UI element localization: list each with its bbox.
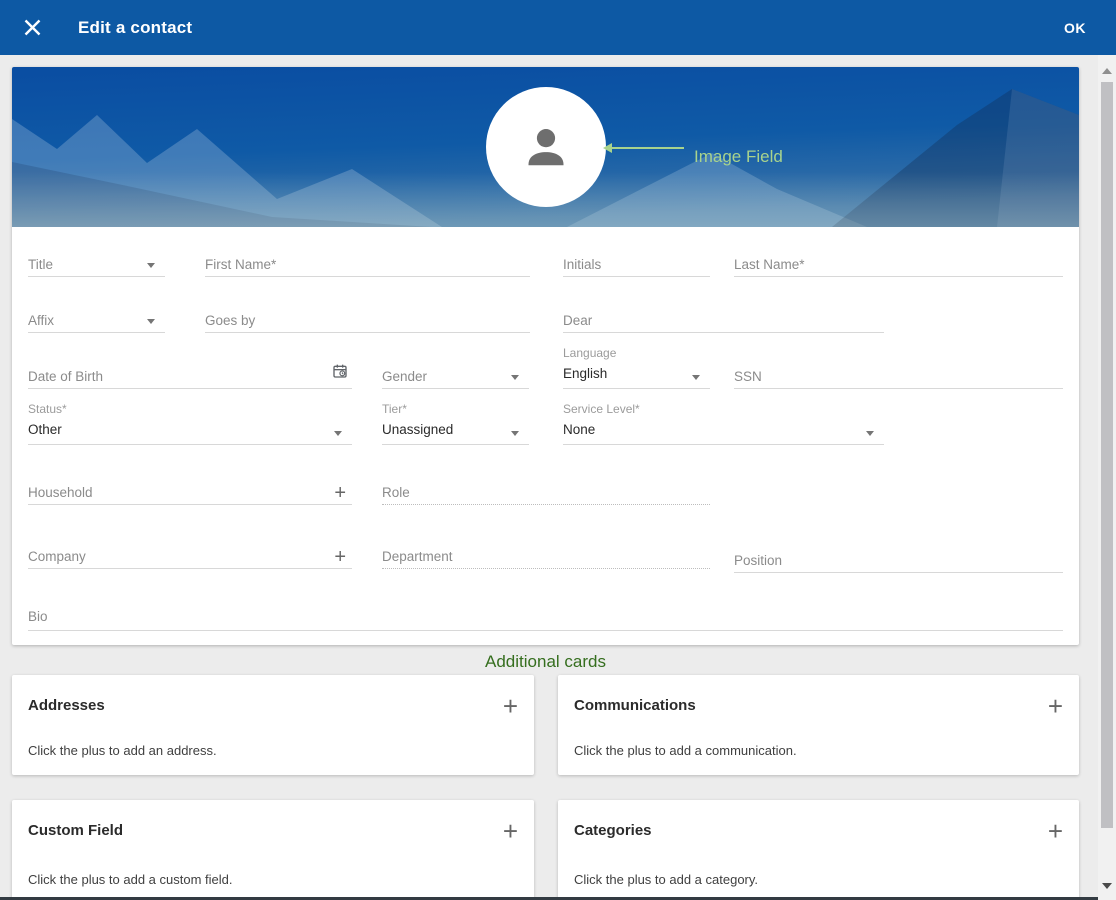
chevron-down-icon	[692, 375, 700, 380]
first-name-input[interactable]: First Name*	[205, 255, 530, 277]
communications-card: Communications + Click the plus to add a…	[558, 675, 1079, 775]
dialog-header: Edit a contact OK	[0, 0, 1116, 55]
field-label: Language	[563, 346, 616, 360]
field-label: SSN	[734, 369, 762, 384]
field-value: Unassigned	[382, 422, 453, 437]
field-label: Goes by	[205, 313, 255, 328]
add-communication-button[interactable]: +	[1048, 697, 1063, 715]
field-label: Title	[28, 257, 53, 272]
service-level-select[interactable]: Service Level* None	[563, 402, 884, 445]
chevron-down-icon	[511, 431, 519, 436]
chevron-down-icon	[147, 263, 155, 268]
contact-form-card: Image Field Title First Name* Initials L…	[12, 67, 1079, 645]
field-label: Status*	[28, 402, 67, 416]
image-field-annotation: Image Field	[694, 147, 783, 167]
field-label: Service Level*	[563, 402, 640, 416]
communications-card-hint: Click the plus to add a communication.	[574, 743, 1063, 758]
dialog-title: Edit a contact	[78, 18, 192, 38]
last-name-input[interactable]: Last Name*	[734, 255, 1063, 277]
field-label: First Name*	[205, 257, 276, 272]
additional-cards-annotation: Additional cards	[12, 652, 1079, 672]
calendar-clock-icon[interactable]	[332, 363, 348, 384]
communications-card-title: Communications	[574, 697, 696, 714]
goes-by-input[interactable]: Goes by	[205, 311, 530, 333]
custom-field-card-title: Custom Field	[28, 822, 123, 839]
title-select[interactable]: Title	[28, 255, 165, 277]
field-label: Gender	[382, 369, 427, 384]
ssn-input[interactable]: SSN	[734, 367, 1063, 389]
person-icon	[518, 119, 574, 175]
date-of-birth-input[interactable]: Date of Birth	[28, 367, 352, 389]
field-value: None	[563, 422, 595, 437]
tier-select[interactable]: Tier* Unassigned	[382, 402, 529, 445]
company-input[interactable]: Company +	[28, 547, 352, 569]
chevron-down-icon	[147, 319, 155, 324]
status-select[interactable]: Status* Other	[28, 402, 352, 445]
department-input[interactable]: Department	[382, 547, 710, 569]
bio-input[interactable]: Bio	[28, 607, 1063, 631]
field-label: Tier*	[382, 402, 407, 416]
language-select[interactable]: Language English	[563, 346, 710, 389]
field-label: Department	[382, 549, 453, 564]
household-input[interactable]: Household +	[28, 483, 352, 505]
scroll-up-arrow-icon[interactable]	[1102, 68, 1112, 74]
chevron-down-icon	[334, 431, 342, 436]
addresses-card-hint: Click the plus to add an address.	[28, 743, 518, 758]
chevron-down-icon	[866, 431, 874, 436]
field-label: Bio	[28, 609, 48, 624]
field-label: Household	[28, 485, 93, 500]
add-category-button[interactable]: +	[1048, 822, 1063, 840]
field-label: Initials	[563, 257, 601, 272]
add-company-icon[interactable]: +	[334, 547, 346, 567]
field-label: Company	[28, 549, 86, 564]
position-input[interactable]: Position	[734, 551, 1063, 573]
image-field-arrow	[612, 147, 684, 149]
custom-field-card-hint: Click the plus to add a custom field.	[28, 872, 518, 887]
contact-photo-field[interactable]	[486, 87, 606, 207]
scrollbar-thumb[interactable]	[1101, 82, 1113, 828]
dear-input[interactable]: Dear	[563, 311, 884, 333]
gender-select[interactable]: Gender	[382, 367, 529, 389]
field-label: Position	[734, 553, 782, 568]
field-label: Role	[382, 485, 410, 500]
vertical-scrollbar[interactable]	[1098, 55, 1116, 900]
initials-input[interactable]: Initials	[563, 255, 710, 277]
scroll-down-arrow-icon[interactable]	[1102, 883, 1112, 889]
categories-card: Categories + Click the plus to add a cat…	[558, 800, 1079, 900]
add-address-button[interactable]: +	[503, 697, 518, 715]
categories-card-hint: Click the plus to add a category.	[574, 872, 1063, 887]
chevron-down-icon	[511, 375, 519, 380]
add-household-icon[interactable]: +	[334, 483, 346, 503]
close-icon[interactable]	[20, 16, 44, 40]
addresses-card: Addresses + Click the plus to add an add…	[12, 675, 534, 775]
field-label: Dear	[563, 313, 592, 328]
field-value: Other	[28, 422, 62, 437]
field-label: Date of Birth	[28, 369, 103, 384]
addresses-card-title: Addresses	[28, 697, 105, 714]
field-label: Last Name*	[734, 257, 805, 272]
add-custom-field-button[interactable]: +	[503, 822, 518, 840]
field-label: Affix	[28, 313, 54, 328]
ok-button[interactable]: OK	[1064, 20, 1086, 36]
affix-select[interactable]: Affix	[28, 311, 165, 333]
role-input[interactable]: Role	[382, 483, 710, 505]
field-value: English	[563, 366, 607, 381]
dialog-body: Image Field Title First Name* Initials L…	[0, 55, 1098, 900]
custom-field-card: Custom Field + Click the plus to add a c…	[12, 800, 534, 900]
categories-card-title: Categories	[574, 822, 652, 839]
